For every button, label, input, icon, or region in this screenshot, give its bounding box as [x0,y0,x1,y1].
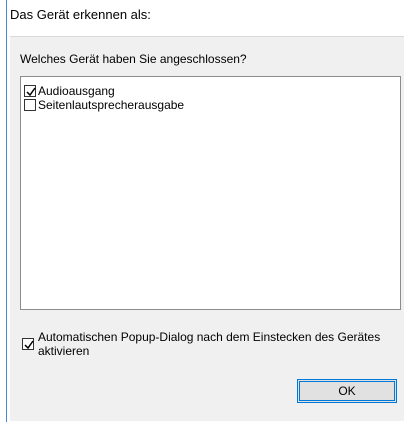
dialog-title: Das Gerät erkennen als: [10,7,151,22]
list-item-seitenlautsprecherausgabe[interactable]: Seitenlautsprecherausgabe [24,98,184,112]
list-item-label: Audioausgang [38,84,115,98]
list-item-audioausgang[interactable]: Audioausgang [24,84,115,98]
ok-button-label: OK [338,384,356,398]
checkbox-checked-icon[interactable] [22,338,34,350]
checkbox-unchecked-icon[interactable] [24,99,36,111]
device-listbox[interactable]: Audioausgang Seitenlautsprecherausgabe [20,76,401,310]
question-label: Welches Gerät haben Sie angeschlossen? [20,52,247,66]
list-item-label: Seitenlautsprecherausgabe [38,98,185,112]
ok-button[interactable]: OK [297,379,397,403]
auto-popup-label: Automatischen Popup-Dialog nach dem Eins… [38,330,381,358]
checkbox-checked-icon[interactable] [24,85,36,97]
auto-popup-option[interactable]: Automatischen Popup-Dialog nach dem Eins… [22,330,394,358]
window-border [6,0,7,422]
